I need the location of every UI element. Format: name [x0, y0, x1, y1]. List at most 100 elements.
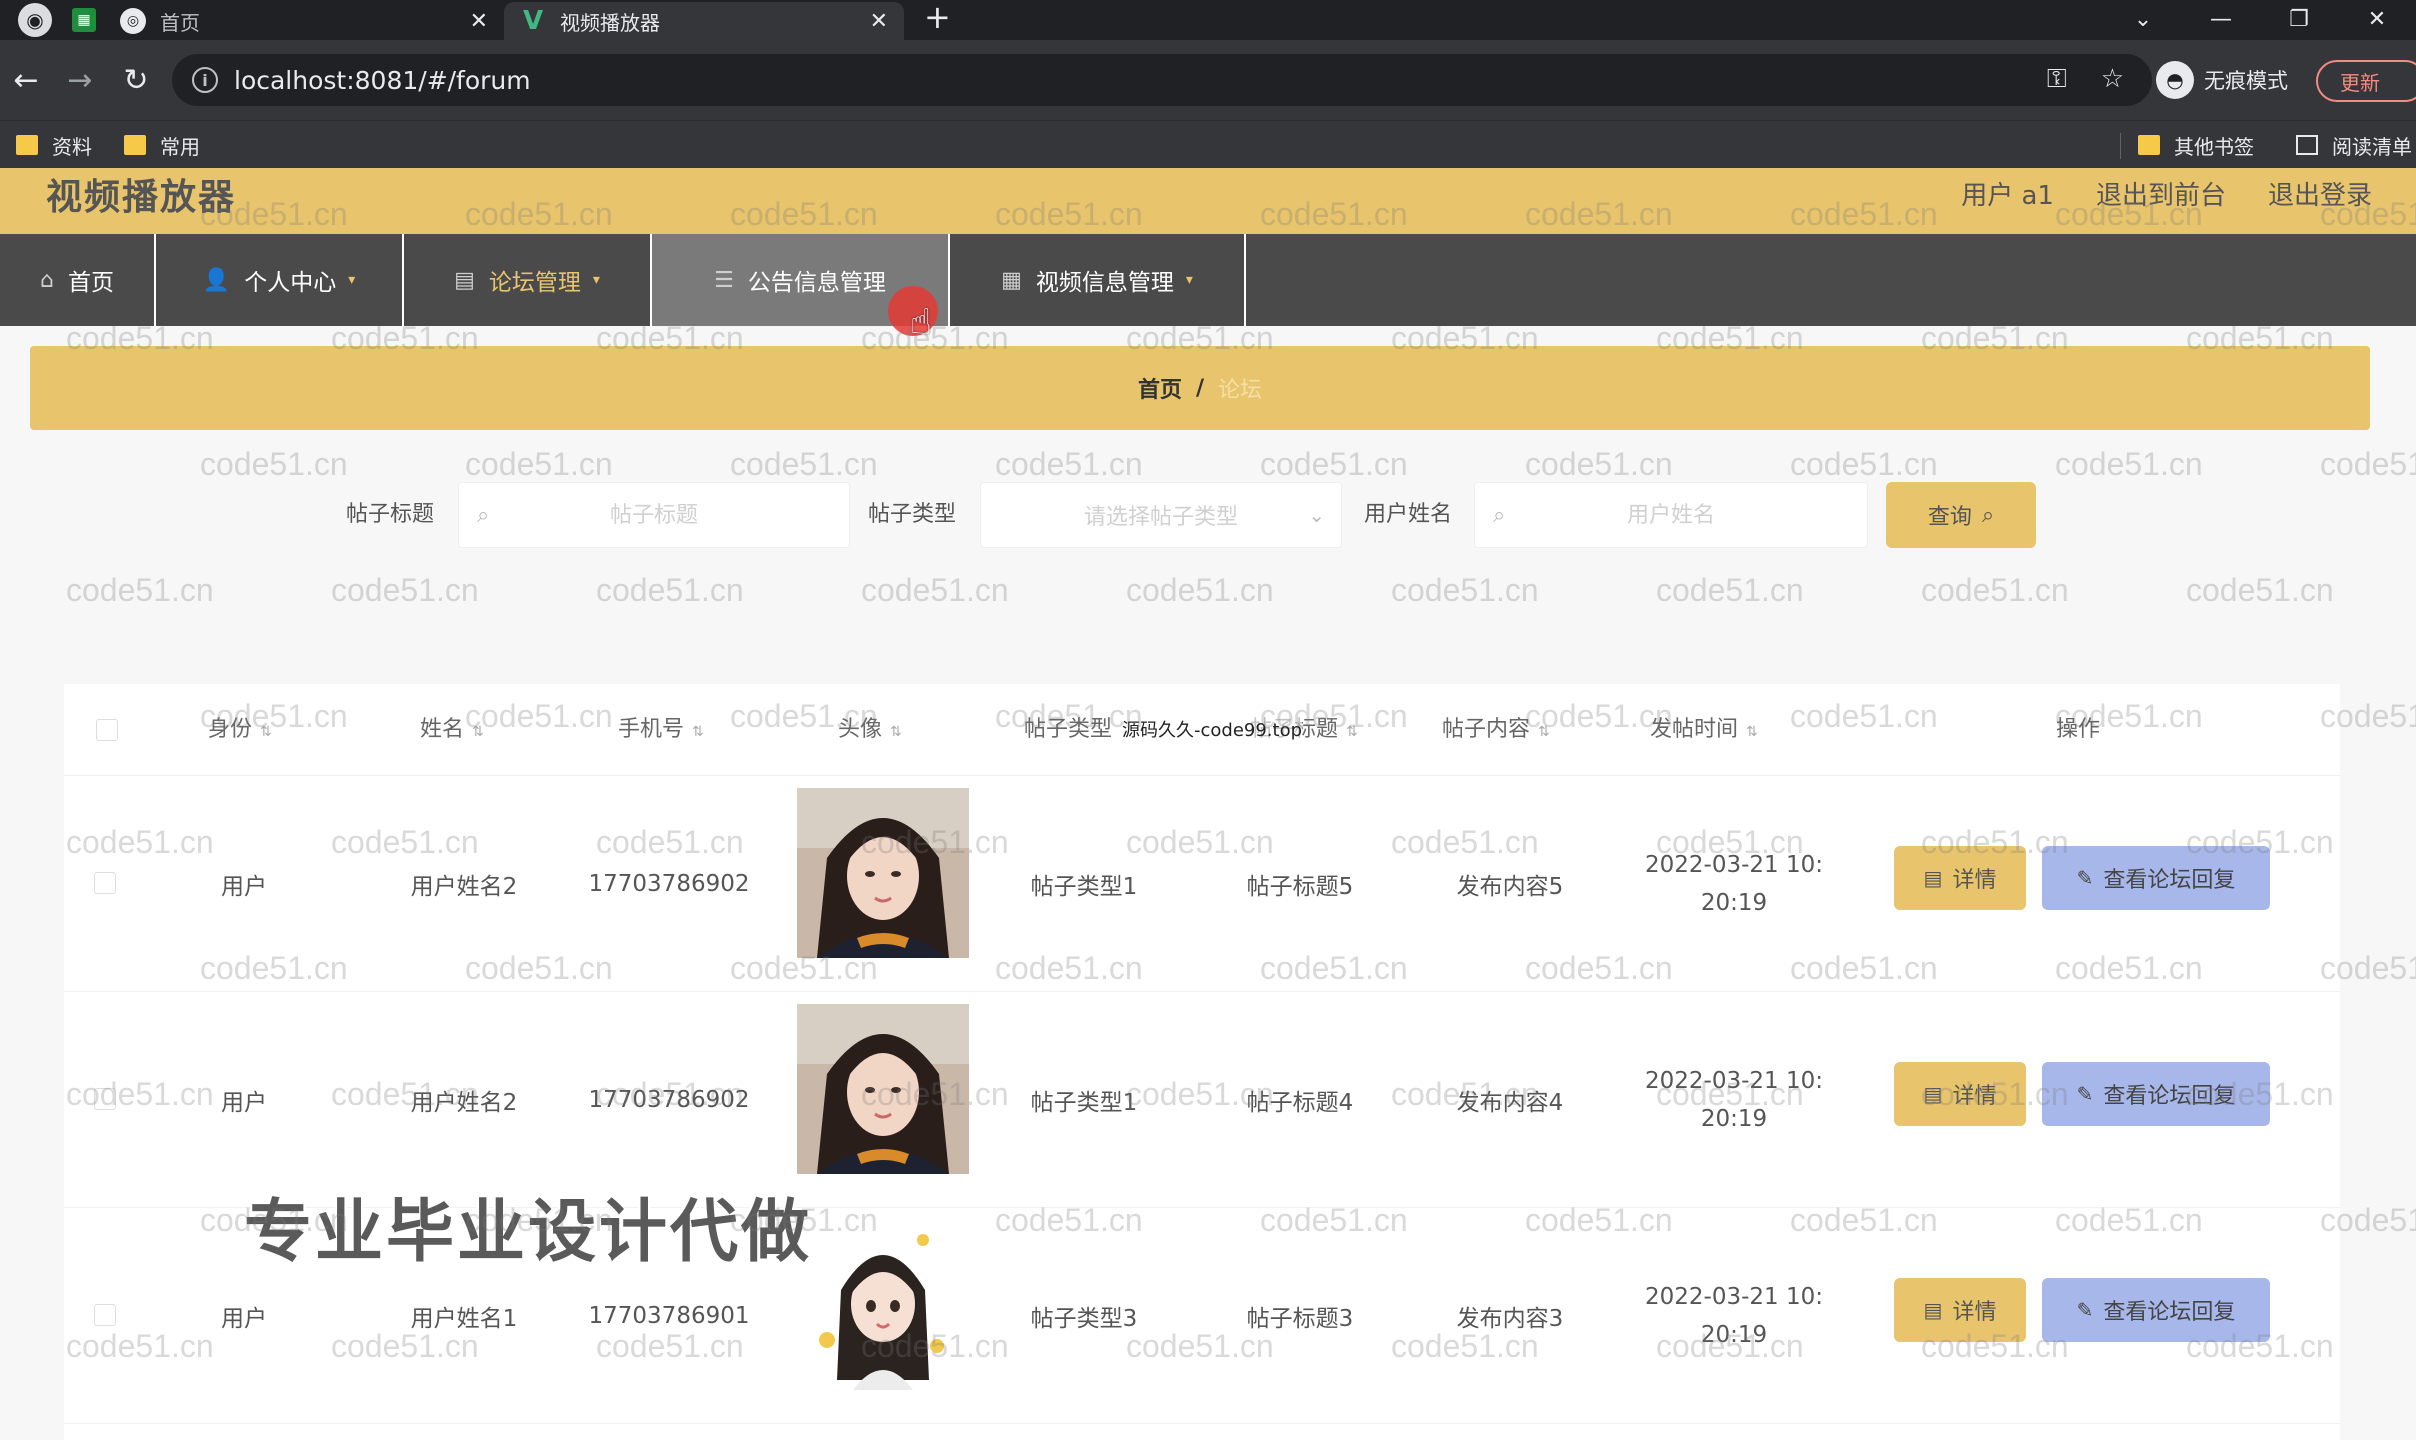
cell-post-title: 帖子标题5: [1246, 874, 1354, 900]
update-label: 更新: [2340, 70, 2380, 95]
header-name[interactable]: 姓名 ⇅: [420, 684, 484, 776]
app-title: 视频播放器: [46, 177, 237, 218]
nav-item-home[interactable]: ⌂ 首页: [0, 234, 156, 326]
key-icon[interactable]: ⚿: [2047, 64, 2067, 95]
star-icon[interactable]: ☆: [2101, 64, 2124, 95]
nav-item-video-management[interactable]: ▦ 视频信息管理 ▾: [950, 234, 1246, 326]
folder-icon: [16, 135, 38, 155]
exit-to-front-link[interactable]: 退出到前台: [2096, 168, 2226, 224]
cell-post-content: 发布内容5: [1456, 874, 1564, 900]
header-label: 操作: [2056, 717, 2101, 742]
watermark-text: code51.cn: [1921, 572, 2069, 608]
post-type-select[interactable]: 请选择帖子类型 ⌄: [980, 482, 1342, 548]
sort-icon[interactable]: ⇅: [1538, 724, 1550, 740]
nav-label: 论坛管理: [488, 270, 581, 296]
detail-button[interactable]: ▤ 详情: [1894, 1062, 2026, 1126]
header-post-time[interactable]: 发帖时间 ⇅: [1650, 684, 1758, 776]
back-button[interactable]: ←: [4, 58, 48, 102]
breadcrumb-home[interactable]: 首页: [1138, 372, 1182, 404]
pinned-tab-sheets[interactable]: ▦: [64, 3, 104, 37]
url-bar[interactable]: i localhost:8081/#/forum ⚿ ☆: [172, 54, 2152, 106]
header-identity[interactable]: 身份 ⇅: [208, 684, 272, 776]
post-type-placeholder: 请选择帖子类型: [1083, 505, 1238, 530]
bookmark-folder-changyong[interactable]: 常用: [124, 121, 200, 169]
breadcrumb-current: 论坛: [1218, 378, 1263, 403]
cell-post-type: 帖子类型1: [1030, 874, 1138, 900]
time-line: 20:19: [1700, 1106, 1768, 1132]
bookmark-folder-ziliao[interactable]: 资料: [16, 121, 92, 169]
update-button[interactable]: 更新: [2316, 60, 2416, 102]
close-icon[interactable]: ✕: [870, 9, 888, 34]
cell-post-content: 发布内容4: [1456, 1090, 1564, 1116]
time-line: 20:19: [1700, 890, 1768, 916]
query-button[interactable]: 查询 ⌕: [1886, 482, 2036, 548]
watermark-text: code51.cn: [1391, 572, 1539, 608]
view-reply-button[interactable]: ✎ 查看论坛回复: [2042, 1278, 2270, 1342]
button-label: 详情: [1952, 868, 1997, 893]
minimize-button[interactable]: —: [2182, 0, 2260, 38]
watermark-text: code51.cn: [596, 572, 744, 608]
avatar-cartoon: [797, 1220, 969, 1390]
cell-post-time: 2022-03-21 10: 20:19: [1604, 992, 1864, 1208]
browser-tab-home[interactable]: ◎ 首页 ✕: [104, 2, 504, 40]
header-post-content[interactable]: 帖子内容 ⇅: [1442, 684, 1550, 776]
chevron-down-icon: ▾: [348, 272, 356, 288]
detail-button[interactable]: ▤ 详情: [1894, 1278, 2026, 1342]
watermark-text: code51.cn: [200, 446, 348, 482]
logout-link[interactable]: 退出登录: [2268, 168, 2372, 224]
cell-post-time: 2022-03-21 10: 20:19: [1604, 776, 1864, 992]
row-checkbox[interactable]: [94, 1304, 116, 1326]
watermark-text: code51.cn: [66, 572, 214, 608]
nav-item-personal-center[interactable]: 👤 个人中心 ▾: [156, 234, 404, 326]
site-info-icon[interactable]: i: [192, 67, 218, 93]
forward-button[interactable]: →: [58, 58, 102, 102]
view-reply-button[interactable]: ✎ 查看论坛回复: [2042, 1062, 2270, 1126]
row-checkbox[interactable]: [94, 1088, 116, 1110]
nav-label: 个人中心: [244, 270, 337, 296]
post-title-input[interactable]: [459, 483, 849, 547]
header-label: 帖子类型: [1024, 717, 1113, 742]
header-phone[interactable]: 手机号 ⇅: [618, 684, 704, 776]
new-tab-button[interactable]: +: [924, 0, 951, 36]
cell-post-time: 2022-03-21 10: 20:19: [1604, 1208, 1864, 1424]
sort-icon[interactable]: ⇅: [472, 724, 484, 740]
hand-cursor-icon: ☝: [910, 302, 932, 343]
post-title-label: 帖子标题: [346, 502, 435, 527]
reload-button[interactable]: ↻: [114, 58, 158, 102]
window-close-button[interactable]: ✕: [2338, 0, 2416, 38]
other-bookmarks[interactable]: 其他书签: [2138, 121, 2254, 169]
globe-icon: ◎: [120, 8, 146, 34]
view-reply-button[interactable]: ✎ 查看论坛回复: [2042, 846, 2270, 910]
cell-post-content: 发布内容3: [1456, 1306, 1564, 1332]
header-actions: 操作: [2056, 684, 2100, 776]
browser-tab-strip: ◉ ▦ ◎ 首页 ✕ V 视频播放器 ✕ + ⌄ — ❐ ✕: [0, 0, 2416, 40]
header-label: 姓名: [420, 717, 465, 742]
breadcrumb-separator: /: [1195, 375, 1205, 401]
bookmark-separator: [2120, 133, 2121, 159]
button-label: 查看论坛回复: [2103, 868, 2236, 893]
close-icon[interactable]: ✕: [470, 9, 488, 34]
select-all-checkbox[interactable]: [96, 719, 118, 741]
header-avatar[interactable]: 头像 ⇅: [838, 684, 902, 776]
tab-search-icon[interactable]: ⌄: [2104, 0, 2182, 38]
bookmark-label: 其他书签: [2174, 134, 2254, 159]
restore-button[interactable]: ❐: [2260, 0, 2338, 38]
sort-icon[interactable]: ⇅: [890, 724, 902, 740]
bookmark-label: 阅读清单: [2332, 134, 2412, 159]
browser-tab-video-player[interactable]: V 视频播放器 ✕: [504, 2, 904, 40]
nav-item-forum-management[interactable]: ▤ 论坛管理 ▾: [404, 234, 652, 326]
incognito-indicator[interactable]: ◓ 无痕模式: [2156, 58, 2288, 102]
header-post-type[interactable]: 帖子类型: [1024, 684, 1112, 776]
sort-icon[interactable]: ⇅: [260, 724, 272, 740]
sort-icon[interactable]: ⇅: [1346, 724, 1358, 740]
user-name-input[interactable]: [1475, 483, 1867, 547]
address-bar-row: ← → ↻ i localhost:8081/#/forum ⚿ ☆ ◓ 无痕模…: [0, 40, 2416, 120]
cell-post-title: 帖子标题3: [1246, 1306, 1354, 1332]
detail-button[interactable]: ▤ 详情: [1894, 846, 2026, 910]
bookmarks-bar: 资料 常用 其他书签 阅读清单: [0, 120, 2416, 168]
sort-icon[interactable]: ⇅: [1746, 724, 1758, 740]
row-checkbox[interactable]: [94, 872, 116, 894]
sort-icon[interactable]: ⇅: [692, 724, 704, 740]
folder-icon: [2138, 135, 2160, 155]
reading-list[interactable]: 阅读清单: [2296, 121, 2412, 169]
